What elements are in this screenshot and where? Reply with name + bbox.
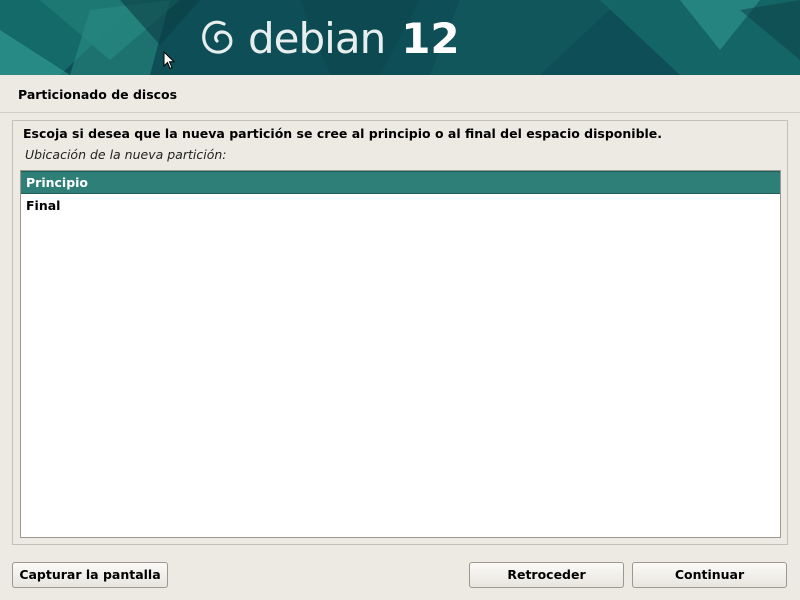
brand-name: debian xyxy=(248,13,386,63)
back-button[interactable]: Retroceder xyxy=(469,562,624,588)
page-title: Particionado de discos xyxy=(18,87,178,102)
list-item-principio[interactable]: Principio xyxy=(21,171,780,194)
continue-button[interactable]: Continuar xyxy=(632,562,787,588)
debian-banner: debian 12 xyxy=(0,0,800,75)
brand-version: 12 xyxy=(401,13,460,63)
list-item-final[interactable]: Final xyxy=(21,194,780,217)
partition-location-list[interactable]: Principio Final xyxy=(20,170,781,538)
question-text: Escoja si desea que la nueva partición s… xyxy=(23,126,663,141)
debian-brand: debian 12 xyxy=(198,8,460,68)
question-panel: Escoja si desea que la nueva partición s… xyxy=(12,120,788,545)
debian-swirl-icon xyxy=(202,20,233,54)
mouse-pointer-icon xyxy=(163,51,175,70)
field-label: Ubicación de la nueva partición: xyxy=(25,147,227,162)
title-divider xyxy=(0,112,800,113)
screenshot-button[interactable]: Capturar la pantalla xyxy=(12,562,168,588)
